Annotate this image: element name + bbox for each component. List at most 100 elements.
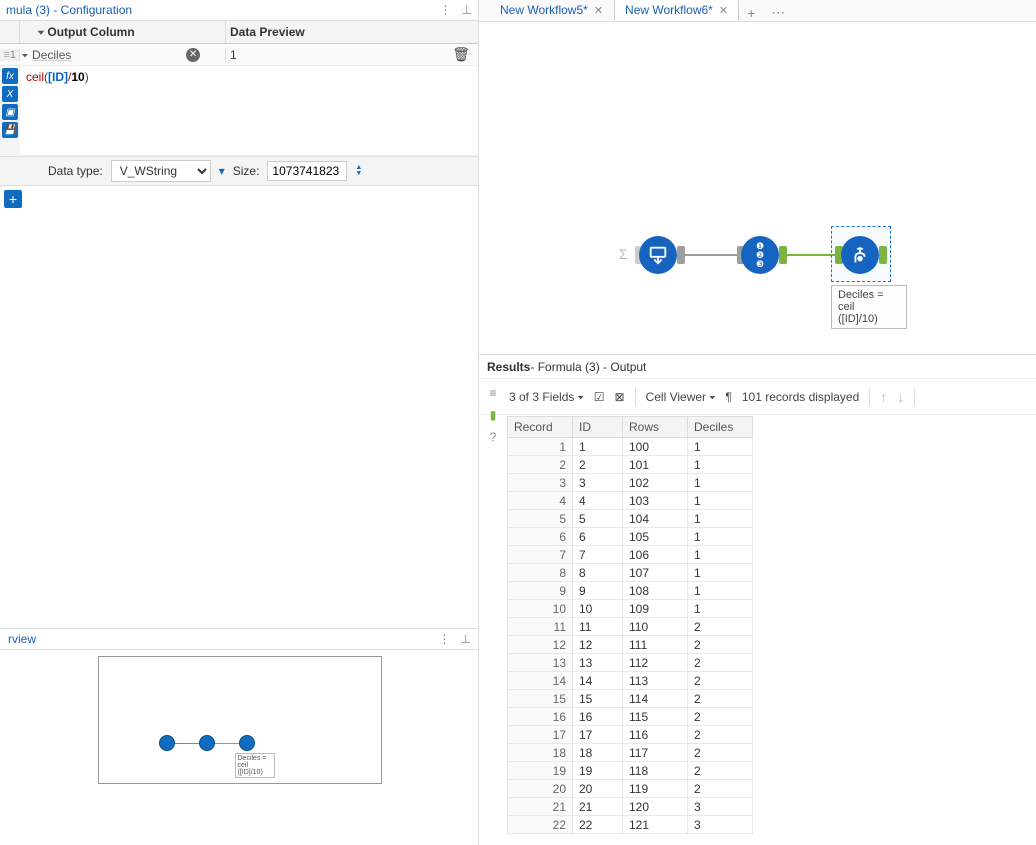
table-row[interactable]: 10101091 [508, 600, 753, 618]
table-row[interactable]: 21211203 [508, 798, 753, 816]
tab-workflow6[interactable]: New Workflow6* ✕ [614, 0, 739, 21]
col-id[interactable]: ID [573, 417, 623, 438]
table-row[interactable]: 111001 [508, 438, 753, 456]
table-row[interactable]: 661051 [508, 528, 753, 546]
right-panel: New Workflow5* ✕ New Workflow6* ✕ + ⋯ Σ … [479, 0, 1036, 845]
datatype-select[interactable]: V_WString [111, 160, 211, 182]
table-row[interactable]: 18181172 [508, 744, 753, 762]
table-row[interactable]: 551041 [508, 510, 753, 528]
table-row[interactable]: 20201192 [508, 780, 753, 798]
output-column-header: Output Column [47, 25, 134, 39]
sigma-icon: Σ [619, 246, 628, 262]
table-row[interactable]: 22221213 [508, 816, 753, 834]
canvas-node-select[interactable]: ❶❷❸ [741, 236, 779, 274]
results-grid[interactable]: RecordIDRowsDeciles 11100122101133102144… [507, 416, 1036, 845]
workflow-tabs: New Workflow5* ✕ New Workflow6* ✕ + ⋯ [479, 0, 1036, 22]
table-row[interactable]: 11111102 [508, 618, 753, 636]
close-square-icon[interactable]: ⊠ [615, 390, 625, 404]
tab-label: New Workflow5* [500, 3, 588, 17]
table-row[interactable]: 16161152 [508, 708, 753, 726]
preview-value: 1 [230, 48, 237, 62]
anchor-out[interactable] [779, 246, 787, 264]
data-preview-header: Data Preview [226, 21, 478, 43]
anchor-out[interactable] [879, 246, 887, 264]
size-spinner[interactable]: ▲▼ [355, 165, 362, 177]
expression-row: fx X ▣ 💾 ceil([ID]/10) [0, 66, 478, 156]
paragraph-icon[interactable]: ¶ [725, 390, 731, 404]
close-icon[interactable]: ✕ [594, 4, 603, 17]
table-row[interactable]: 19191182 [508, 762, 753, 780]
table-row[interactable]: 331021 [508, 474, 753, 492]
dropdown-icon: ▾ [219, 164, 225, 178]
overview-body: Deciles = ceil([ID]/10) [0, 650, 479, 845]
more-tabs-icon[interactable]: ⋯ [763, 4, 793, 21]
overview-node-formula[interactable] [239, 735, 255, 751]
x-var-icon[interactable]: X [2, 86, 18, 102]
close-icon[interactable]: ✕ [719, 4, 728, 17]
results-toolbar: 3 of 3 Fields ▾ ☑ ⊠ Cell Viewer ▾ ¶ 101 … [479, 379, 1036, 415]
table-row[interactable]: 991081 [508, 582, 753, 600]
canvas-annotation[interactable]: Deciles = ceil ([ID]/10) [831, 285, 907, 329]
kebab-icon[interactable]: ⋮ [439, 632, 451, 646]
formula-grid-header: ▾ Output Column Data Preview [0, 20, 478, 44]
overview-node-select[interactable] [199, 735, 215, 751]
chevron-down-icon[interactable]: ▾ [22, 50, 28, 58]
arrow-down-icon[interactable]: ↓ [897, 389, 904, 405]
wire[interactable] [685, 254, 737, 256]
table-row[interactable]: 17171162 [508, 726, 753, 744]
size-input[interactable] [267, 161, 347, 181]
size-label: Size: [233, 164, 260, 178]
overview-annotation: Deciles = ceil([ID]/10) [235, 753, 275, 778]
messages-icon[interactable]: ▮ [490, 408, 497, 422]
folder-icon[interactable]: ▣ [2, 104, 18, 120]
tab-workflow5[interactable]: New Workflow5* ✕ [489, 0, 614, 21]
list-icon[interactable]: ≡ [489, 386, 496, 400]
chevron-down-icon[interactable]: ▾ [38, 28, 44, 36]
pin-icon[interactable]: ⊥ [461, 632, 471, 646]
table-row[interactable]: 221011 [508, 456, 753, 474]
check-icon[interactable]: ☑ [594, 390, 605, 404]
trash-icon[interactable]: 🗑 [452, 46, 470, 63]
config-title: mula (3) - Configuration [6, 3, 132, 17]
overview-node-input[interactable] [159, 735, 175, 751]
table-row[interactable]: 13131122 [508, 654, 753, 672]
anchor-out[interactable] [677, 246, 685, 264]
row-index: 1 [10, 49, 16, 61]
results-subtitle: - Formula (3) - Output [530, 360, 646, 374]
kebab-icon[interactable]: ⋮ [440, 3, 452, 17]
canvas-node-input[interactable] [639, 236, 677, 274]
expression-editor[interactable]: ceil([ID]/10) [20, 66, 478, 156]
table-row[interactable]: 771061 [508, 546, 753, 564]
datatype-row: Data type: V_WString ▾ Size: ▲▼ [0, 156, 478, 186]
fields-dropdown[interactable]: 3 of 3 Fields ▾ [509, 390, 584, 404]
arrow-up-icon[interactable]: ↑ [880, 389, 887, 405]
configuration-panel: mula (3) - Configuration ⋮ ⊥ ▾ Output Co… [0, 0, 479, 845]
clear-icon[interactable]: ✕ [186, 48, 200, 62]
add-formula-button[interactable]: + [4, 190, 22, 208]
table-row[interactable]: 881071 [508, 564, 753, 582]
output-row: ≡ 1 ▾ ✕ 1 🗑 [0, 44, 478, 66]
tab-label: New Workflow6* [625, 3, 713, 17]
overview-canvas[interactable]: Deciles = ceil([ID]/10) [98, 656, 382, 784]
col-rows[interactable]: Rows [623, 417, 688, 438]
wire[interactable] [787, 254, 835, 256]
help-icon[interactable]: ? [490, 430, 497, 444]
save-icon[interactable]: 💾 [2, 122, 18, 138]
cell-viewer-dropdown[interactable]: Cell Viewer ▾ [646, 390, 716, 404]
col-deciles[interactable]: Deciles [688, 417, 753, 438]
pin-icon[interactable]: ⊥ [462, 3, 472, 17]
output-column-input[interactable] [32, 48, 182, 62]
canvas-node-formula[interactable] [841, 236, 879, 274]
fx-icon[interactable]: fx [2, 68, 18, 84]
table-row[interactable]: 14141132 [508, 672, 753, 690]
datatype-label: Data type: [48, 164, 103, 178]
workflow-canvas[interactable]: Σ ❶❷❸ Deciles = ceil ([ID]/10) [479, 22, 1036, 355]
table-row[interactable]: 12121112 [508, 636, 753, 654]
add-tab-button[interactable]: + [739, 5, 763, 21]
results-header: Results - Formula (3) - Output [479, 355, 1036, 379]
overview-header: rview ⋮ ⊥ [0, 628, 479, 650]
col-record[interactable]: Record [508, 417, 573, 438]
table-row[interactable]: 15151142 [508, 690, 753, 708]
config-header: mula (3) - Configuration ⋮ ⊥ [0, 0, 478, 20]
table-row[interactable]: 441031 [508, 492, 753, 510]
